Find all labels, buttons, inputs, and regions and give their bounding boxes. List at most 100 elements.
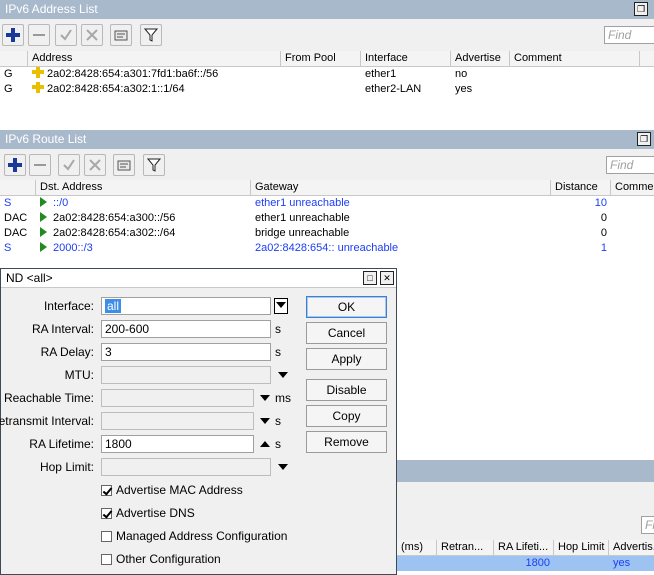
mtu-input[interactable] <box>101 366 271 384</box>
ra-lifetime-input[interactable]: 1800 <box>101 435 254 453</box>
table-row[interactable]: S ::/0 ether1 unreachable 10 <box>0 196 654 211</box>
column-header-interface[interactable]: Interface <box>361 51 451 67</box>
column-header-distance[interactable]: Distance <box>551 180 611 196</box>
check-icon <box>60 29 72 41</box>
restore-icon[interactable]: ❐ <box>634 2 648 16</box>
other-configuration-checkbox[interactable]: Other Configuration <box>101 552 221 566</box>
row-flag: DAC <box>4 227 28 239</box>
table-row[interactable]: G 2a02:8428:654:a301:7fd1:ba6f::/56 ethe… <box>0 67 654 82</box>
remove-button[interactable] <box>29 154 51 176</box>
row-dst-address: 2000::/3 <box>36 241 251 256</box>
row-distance: 10 <box>594 197 607 209</box>
column-header-comment[interactable]: Comment <box>510 51 640 67</box>
route-list-titlebar[interactable]: IPv6 Route List ❐ <box>0 130 654 149</box>
restore-icon[interactable]: ❐ <box>637 132 651 146</box>
column-header-comment[interactable]: Comment <box>611 180 654 196</box>
table-row[interactable]: DAC 2a02:8428:654:a300::/56 ether1 unrea… <box>0 211 654 226</box>
ra-delay-input[interactable]: 3 <box>101 343 271 361</box>
copy-button[interactable]: Copy <box>306 405 387 427</box>
disable-button[interactable] <box>81 24 103 46</box>
ipv6-address-list-window: IPv6 Address List ❐ Find Address From Po… <box>0 0 654 128</box>
address-list-titlebar[interactable]: IPv6 Address List ❐ <box>0 0 654 19</box>
mtu-chevron-down-icon[interactable] <box>278 372 288 378</box>
ra-lifetime-chevron-up-icon[interactable] <box>260 441 270 447</box>
table-row[interactable]: S 2000::/3 2a02:8428:654:: unreachable 1 <box>0 241 654 256</box>
enable-button[interactable] <box>58 154 80 176</box>
hop-limit-chevron-down-icon[interactable] <box>278 464 288 470</box>
row-gateway: bridge unreachable <box>255 227 350 239</box>
row-advertise: yes <box>455 83 473 95</box>
managed-address-checkbox[interactable]: Managed Address Configuration <box>101 529 287 543</box>
note-icon <box>117 160 131 171</box>
nd-find-input[interactable]: Find <box>641 516 654 534</box>
row-advertise: yes <box>613 557 631 569</box>
table-row[interactable]: 1800 yes <box>397 556 654 571</box>
column-header-ra-lifetime[interactable]: RA Lifeti... <box>494 540 554 556</box>
route-flag-icon <box>40 242 47 252</box>
hop-limit-label: Hop Limit: <box>39 460 94 474</box>
chevron-down-icon <box>276 302 286 308</box>
close-icon[interactable]: ✕ <box>380 271 394 285</box>
disable-button[interactable]: Disable <box>306 379 387 401</box>
route-list-toolbar: Find <box>0 150 654 180</box>
filter-button[interactable] <box>143 154 165 176</box>
address-list-title: IPv6 Address List <box>5 2 98 16</box>
nd-list-titlebar[interactable] <box>397 460 654 482</box>
interface-dropdown-button[interactable] <box>274 298 288 314</box>
advertise-dns-checkbox[interactable]: Advertise DNS <box>101 506 195 520</box>
column-header-address[interactable]: Address <box>28 51 281 67</box>
ok-button[interactable]: OK <box>306 296 387 318</box>
table-row[interactable]: DAC 2a02:8428:654:a302::/64 bridge unrea… <box>0 226 654 241</box>
minus-icon <box>33 34 45 36</box>
advertise-mac-checkbox[interactable]: Advertise MAC Address <box>101 483 243 497</box>
route-find-input[interactable]: Find <box>606 156 654 174</box>
row-flag: DAC <box>4 212 28 224</box>
table-row[interactable]: G 2a02:8428:654:a302:1::1/64 ether2-LAN … <box>0 82 654 97</box>
apply-button[interactable]: Apply <box>306 348 387 370</box>
column-dropdown[interactable] <box>640 51 654 67</box>
column-header-flag[interactable] <box>0 51 28 67</box>
retransmit-interval-unit: s <box>275 414 281 428</box>
ra-lifetime-label: RA Lifetime: <box>29 437 94 451</box>
reachable-time-chevron-down-icon[interactable] <box>260 395 270 401</box>
maximize-icon[interactable]: □ <box>363 271 377 285</box>
row-flag: S <box>4 242 12 254</box>
row-gateway: ether1 unreachable <box>255 197 350 209</box>
ra-delay-label: RA Delay: <box>40 345 94 359</box>
route-list-title: IPv6 Route List <box>5 132 87 146</box>
row-flag: G <box>4 68 13 80</box>
column-header-retransmit[interactable]: Retran... <box>437 540 494 556</box>
ra-interval-input[interactable]: 200-600 <box>101 320 271 338</box>
ra-delay-unit: s <box>275 345 281 359</box>
column-header-from-pool[interactable]: From Pool <box>281 51 361 67</box>
reachable-time-input[interactable] <box>101 389 254 407</box>
column-header-flag[interactable] <box>0 180 36 196</box>
disable-button[interactable] <box>84 154 106 176</box>
cancel-button[interactable]: Cancel <box>306 322 387 344</box>
comment-button[interactable] <box>110 24 132 46</box>
column-header-advertise[interactable]: Advertise <box>451 51 510 67</box>
interface-select[interactable]: all <box>101 297 271 315</box>
column-header-dst-address[interactable]: Dst. Address <box>36 180 251 196</box>
address-list-toolbar: Find <box>0 20 654 50</box>
nd-dialog-titlebar[interactable]: ND <all> □ ✕ <box>1 269 396 288</box>
checkbox-unchecked-icon <box>101 554 112 565</box>
route-flag-icon <box>40 197 47 207</box>
column-header-reachable-ms[interactable]: (ms) <box>397 540 437 556</box>
column-header-gateway[interactable]: Gateway <box>251 180 551 196</box>
filter-button[interactable] <box>140 24 162 46</box>
retransmit-chevron-down-icon[interactable] <box>260 418 270 424</box>
column-header-hop-limit[interactable]: Hop Limit <box>554 540 609 556</box>
enable-button[interactable] <box>55 24 77 46</box>
comment-button[interactable] <box>113 154 135 176</box>
add-button[interactable] <box>4 154 26 176</box>
row-gateway: 2a02:8428:654:: unreachable <box>255 242 399 254</box>
add-button[interactable] <box>2 24 24 46</box>
remove-button[interactable] <box>28 24 50 46</box>
retransmit-interval-input[interactable] <box>101 412 254 430</box>
address-find-input[interactable]: Find <box>604 26 654 44</box>
column-header-advertise[interactable]: Advertis... <box>609 540 654 556</box>
remove-button[interactable]: Remove <box>306 431 387 453</box>
note-icon <box>114 30 128 41</box>
hop-limit-input[interactable] <box>101 458 271 476</box>
